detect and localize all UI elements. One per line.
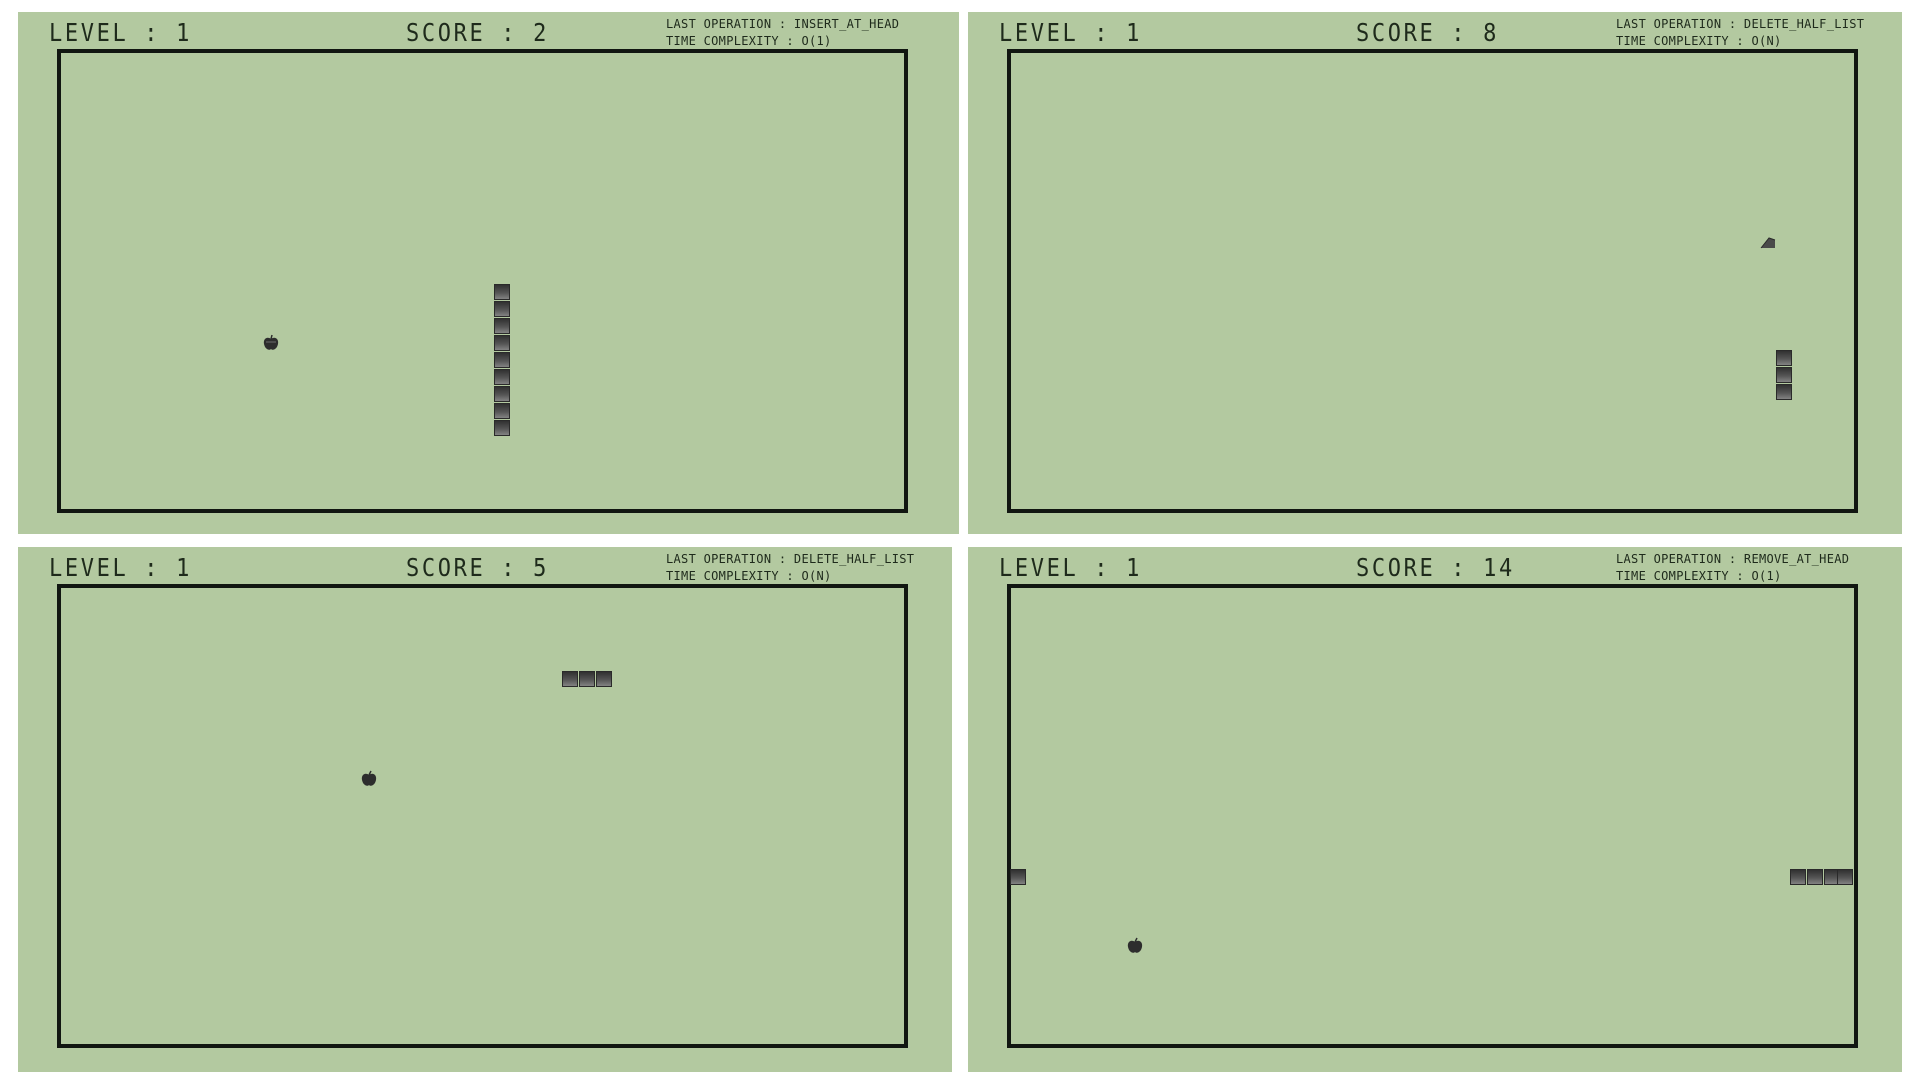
last-operation-label: LAST OPERATION : INSERT_AT_HEAD <box>666 17 900 31</box>
snake-segment <box>596 671 612 687</box>
snake-segment <box>494 318 510 334</box>
snake-segment <box>562 671 578 687</box>
snake-segment <box>494 335 510 351</box>
snake-segment <box>1776 384 1792 400</box>
game-board <box>1007 584 1858 1048</box>
level-display: LEVEL : 1 <box>999 18 1142 47</box>
snake-segment <box>494 301 510 317</box>
snake-segment <box>579 671 595 687</box>
snake-segment <box>494 284 510 300</box>
time-complexity-label: TIME COMPLEXITY : O(N) <box>1616 34 1782 48</box>
game-screen-1: LEVEL : 1 SCORE : 2 LAST OPERATION : INS… <box>18 12 959 534</box>
level-display: LEVEL : 1 <box>999 553 1142 582</box>
snake-segment <box>494 386 510 402</box>
snake-segment <box>494 403 510 419</box>
operation-info: LAST OPERATION : DELETE_HALF_LIST TIME C… <box>666 551 914 585</box>
snake-segment <box>494 420 510 436</box>
snake-segment <box>1776 350 1792 366</box>
game-board <box>57 49 908 513</box>
operation-info: LAST OPERATION : DELETE_HALF_LIST TIME C… <box>1616 16 1864 50</box>
game-board <box>57 584 908 1048</box>
last-operation-label: LAST OPERATION : DELETE_HALF_LIST <box>666 552 915 566</box>
game-screen-2: LEVEL : 1 SCORE : 8 LAST OPERATION : DEL… <box>968 12 1902 534</box>
score-display: SCORE : 2 <box>406 18 549 47</box>
snake-segment <box>1807 869 1823 885</box>
time-complexity-label: TIME COMPLEXITY : O(1) <box>1616 569 1782 583</box>
time-complexity-label: TIME COMPLEXITY : O(N) <box>666 569 832 583</box>
score-display: SCORE : 5 <box>406 553 549 582</box>
snake-segment <box>1790 869 1806 885</box>
operation-info: LAST OPERATION : INSERT_AT_HEAD TIME COM… <box>666 16 899 50</box>
cheese-icon <box>1760 237 1776 249</box>
level-display: LEVEL : 1 <box>49 18 192 47</box>
game-screen-4: LEVEL : 1 SCORE : 14 LAST OPERATION : RE… <box>968 547 1902 1072</box>
game-screen-3: LEVEL : 1 SCORE : 5 LAST OPERATION : DEL… <box>18 547 952 1072</box>
time-complexity-label: TIME COMPLEXITY : O(1) <box>666 34 832 48</box>
last-operation-label: LAST OPERATION : REMOVE_AT_HEAD <box>1616 552 1850 566</box>
snake-segment <box>1010 869 1026 885</box>
apple-icon <box>263 334 279 350</box>
operation-info: LAST OPERATION : REMOVE_AT_HEAD TIME COM… <box>1616 551 1849 585</box>
score-display: SCORE : 8 <box>1356 18 1499 47</box>
apple-icon <box>361 770 377 786</box>
snake-segment <box>494 369 510 385</box>
snake-segment <box>1776 367 1792 383</box>
apple-icon <box>1127 937 1143 953</box>
snake-segment <box>494 352 510 368</box>
score-display: SCORE : 14 <box>1356 553 1515 582</box>
game-board <box>1007 49 1858 513</box>
level-display: LEVEL : 1 <box>49 553 192 582</box>
last-operation-label: LAST OPERATION : DELETE_HALF_LIST <box>1616 17 1865 31</box>
snake-segment <box>1837 869 1853 885</box>
